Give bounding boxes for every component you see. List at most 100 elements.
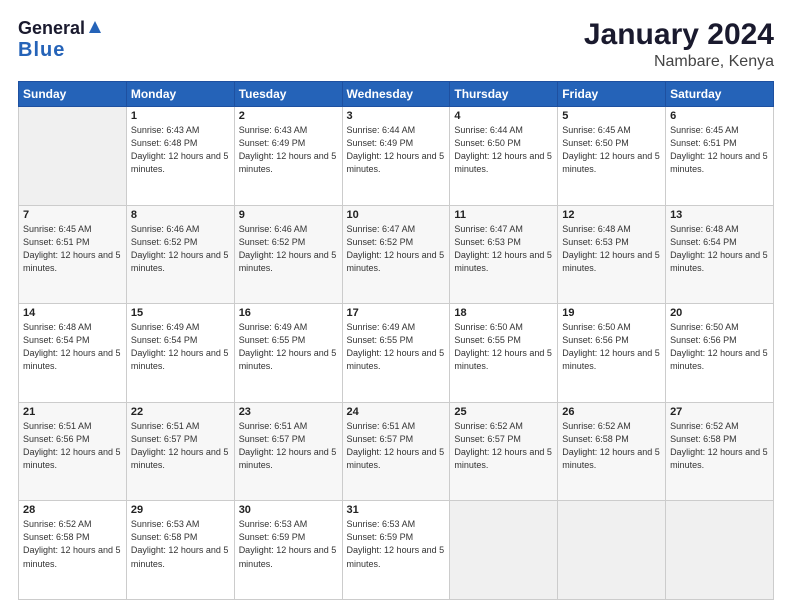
day-info: Sunrise: 6:52 AMSunset: 6:58 PMDaylight:… — [23, 518, 122, 570]
day-number: 9 — [239, 209, 338, 221]
calendar-cell: 11 Sunrise: 6:47 AMSunset: 6:53 PMDayligh… — [450, 205, 558, 304]
calendar-cell: 27Sunrise: 6:52 AMSunset: 6:58 PMDayligh… — [666, 402, 774, 501]
day-number: 31 — [347, 504, 446, 516]
day-number: 1 — [131, 110, 230, 122]
day-info: Sunrise: 6:45 AMSunset: 6:51 PMDaylight:… — [670, 124, 769, 176]
calendar-cell — [558, 501, 666, 600]
calendar-cell: 3Sunrise: 6:44 AMSunset: 6:49 PMDaylight… — [342, 107, 450, 206]
day-info: Sunrise: 6:51 AMSunset: 6:57 PMDaylight:… — [347, 420, 446, 472]
day-number: 15 — [131, 307, 230, 319]
logo-general: General — [18, 19, 85, 39]
calendar-cell: 16 Sunrise: 6:49 AMSunset: 6:55 PMDayligh… — [234, 304, 342, 403]
weekday-header-saturday: Saturday — [666, 82, 774, 107]
day-info: Sunrise: 6:52 AMSunset: 6:58 PMDaylight:… — [562, 420, 661, 472]
calendar-header-row: SundayMondayTuesdayWednesdayThursdayFrid… — [19, 82, 774, 107]
day-number: 2 — [239, 110, 338, 122]
day-number: 16 — [239, 307, 338, 319]
day-info: Sunrise: 6:46 AMSunset: 6:52 PMDaylight:… — [131, 223, 230, 275]
day-info: Sunrise: 6:51 AMSunset: 6:56 PMDaylight:… — [23, 420, 122, 472]
day-number: 7 — [23, 209, 122, 221]
calendar-cell: 18 Sunrise: 6:50 AMSunset: 6:55 PMDayligh… — [450, 304, 558, 403]
weekday-header-thursday: Thursday — [450, 82, 558, 107]
calendar-cell: 30Sunrise: 6:53 AMSunset: 6:59 PMDayligh… — [234, 501, 342, 600]
calendar-cell: 25Sunrise: 6:52 AMSunset: 6:57 PMDayligh… — [450, 402, 558, 501]
day-number: 10 — [347, 209, 446, 221]
day-info: Sunrise: 6:44 AMSunset: 6:49 PMDaylight:… — [347, 124, 446, 176]
day-info: Sunrise: 6:43 AMSunset: 6:48 PMDaylight:… — [131, 124, 230, 176]
day-info: Sunrise: 6:49 AMSunset: 6:54 PMDaylight:… — [131, 321, 230, 373]
calendar-cell: 31 Sunrise: 6:53 AMSunset: 6:59 PMDayligh… — [342, 501, 450, 600]
weekday-header-wednesday: Wednesday — [342, 82, 450, 107]
calendar-cell: 29 Sunrise: 6:53 AMSunset: 6:58 PMDayligh… — [126, 501, 234, 600]
day-info: Sunrise: 6:45 AMSunset: 6:50 PMDaylight:… — [562, 124, 661, 176]
logo-triangle-icon — [88, 20, 102, 39]
calendar-cell: 14 Sunrise: 6:48 AMSunset: 6:54 PMDayligh… — [19, 304, 127, 403]
calendar-cell: 6 Sunrise: 6:45 AMSunset: 6:51 PMDaylight… — [666, 107, 774, 206]
weekday-header-sunday: Sunday — [19, 82, 127, 107]
day-info: Sunrise: 6:49 AMSunset: 6:55 PMDaylight:… — [239, 321, 338, 373]
day-number: 18 — [454, 307, 553, 319]
calendar-cell — [450, 501, 558, 600]
calendar-cell: 23 Sunrise: 6:51 AMSunset: 6:57 PMDayligh… — [234, 402, 342, 501]
calendar-cell: 8 Sunrise: 6:46 AMSunset: 6:52 PMDaylight… — [126, 205, 234, 304]
calendar-cell: 15 Sunrise: 6:49 AMSunset: 6:54 PMDayligh… — [126, 304, 234, 403]
day-number: 14 — [23, 307, 122, 319]
weekday-header-tuesday: Tuesday — [234, 82, 342, 107]
calendar-cell: 12 Sunrise: 6:48 AMSunset: 6:53 PMDayligh… — [558, 205, 666, 304]
day-info: Sunrise: 6:51 AMSunset: 6:57 PMDaylight:… — [131, 420, 230, 472]
day-number: 11 — [454, 209, 553, 221]
day-info: Sunrise: 6:50 AMSunset: 6:56 PMDaylight:… — [562, 321, 661, 373]
day-number: 8 — [131, 209, 230, 221]
weekday-header-friday: Friday — [558, 82, 666, 107]
day-number: 13 — [670, 209, 769, 221]
day-number: 29 — [131, 504, 230, 516]
calendar-cell: 20 Sunrise: 6:50 AMSunset: 6:56 PMDayligh… — [666, 304, 774, 403]
calendar-cell: 2 Sunrise: 6:43 AMSunset: 6:49 PMDaylight… — [234, 107, 342, 206]
calendar-cell: 7 Sunrise: 6:45 AMSunset: 6:51 PMDaylight… — [19, 205, 127, 304]
calendar-cell: 13Sunrise: 6:48 AMSunset: 6:54 PMDayligh… — [666, 205, 774, 304]
calendar-week-row: 7 Sunrise: 6:45 AMSunset: 6:51 PMDaylight… — [19, 205, 774, 304]
day-info: Sunrise: 6:51 AMSunset: 6:57 PMDaylight:… — [239, 420, 338, 472]
day-number: 12 — [562, 209, 661, 221]
calendar-cell: 24Sunrise: 6:51 AMSunset: 6:57 PMDayligh… — [342, 402, 450, 501]
day-number: 27 — [670, 406, 769, 418]
logo: General Blue — [18, 18, 102, 61]
day-number: 21 — [23, 406, 122, 418]
calendar-cell: 5Sunrise: 6:45 AMSunset: 6:50 PMDaylight… — [558, 107, 666, 206]
day-info: Sunrise: 6:53 AMSunset: 6:59 PMDaylight:… — [239, 518, 338, 570]
day-info: Sunrise: 6:50 AMSunset: 6:56 PMDaylight:… — [670, 321, 769, 373]
page: General Blue January 2024 Nambare, Kenya… — [0, 0, 792, 612]
logo-blue: Blue — [18, 39, 65, 61]
day-info: Sunrise: 6:47 AMSunset: 6:53 PMDaylight:… — [454, 223, 553, 275]
day-number: 26 — [562, 406, 661, 418]
day-info: Sunrise: 6:48 AMSunset: 6:53 PMDaylight:… — [562, 223, 661, 275]
day-number: 19 — [562, 307, 661, 319]
weekday-header-monday: Monday — [126, 82, 234, 107]
calendar-week-row: 21 Sunrise: 6:51 AMSunset: 6:56 PMDayligh… — [19, 402, 774, 501]
calendar-table: SundayMondayTuesdayWednesdayThursdayFrid… — [18, 81, 774, 600]
day-number: 6 — [670, 110, 769, 122]
calendar-cell: 17 Sunrise: 6:49 AMSunset: 6:55 PMDayligh… — [342, 304, 450, 403]
day-info: Sunrise: 6:53 AMSunset: 6:59 PMDaylight:… — [347, 518, 446, 570]
calendar-week-row: 14 Sunrise: 6:48 AMSunset: 6:54 PMDayligh… — [19, 304, 774, 403]
day-number: 23 — [239, 406, 338, 418]
day-info: Sunrise: 6:53 AMSunset: 6:58 PMDaylight:… — [131, 518, 230, 570]
day-info: Sunrise: 6:44 AMSunset: 6:50 PMDaylight:… — [454, 124, 553, 176]
day-number: 20 — [670, 307, 769, 319]
day-info: Sunrise: 6:45 AMSunset: 6:51 PMDaylight:… — [23, 223, 122, 275]
calendar-cell: 21 Sunrise: 6:51 AMSunset: 6:56 PMDayligh… — [19, 402, 127, 501]
day-number: 17 — [347, 307, 446, 319]
calendar-week-row: 28Sunrise: 6:52 AMSunset: 6:58 PMDayligh… — [19, 501, 774, 600]
day-info: Sunrise: 6:52 AMSunset: 6:57 PMDaylight:… — [454, 420, 553, 472]
calendar-cell: 19 Sunrise: 6:50 AMSunset: 6:56 PMDayligh… — [558, 304, 666, 403]
calendar-cell: 9Sunrise: 6:46 AMSunset: 6:52 PMDaylight… — [234, 205, 342, 304]
day-info: Sunrise: 6:50 AMSunset: 6:55 PMDaylight:… — [454, 321, 553, 373]
day-info: Sunrise: 6:48 AMSunset: 6:54 PMDaylight:… — [23, 321, 122, 373]
main-title: January 2024 — [584, 18, 774, 51]
day-info: Sunrise: 6:49 AMSunset: 6:55 PMDaylight:… — [347, 321, 446, 373]
title-block: January 2024 Nambare, Kenya — [584, 18, 774, 71]
day-info: Sunrise: 6:43 AMSunset: 6:49 PMDaylight:… — [239, 124, 338, 176]
day-number: 22 — [131, 406, 230, 418]
calendar-cell: 26 Sunrise: 6:52 AMSunset: 6:58 PMDayligh… — [558, 402, 666, 501]
header: General Blue January 2024 Nambare, Kenya — [18, 18, 774, 71]
